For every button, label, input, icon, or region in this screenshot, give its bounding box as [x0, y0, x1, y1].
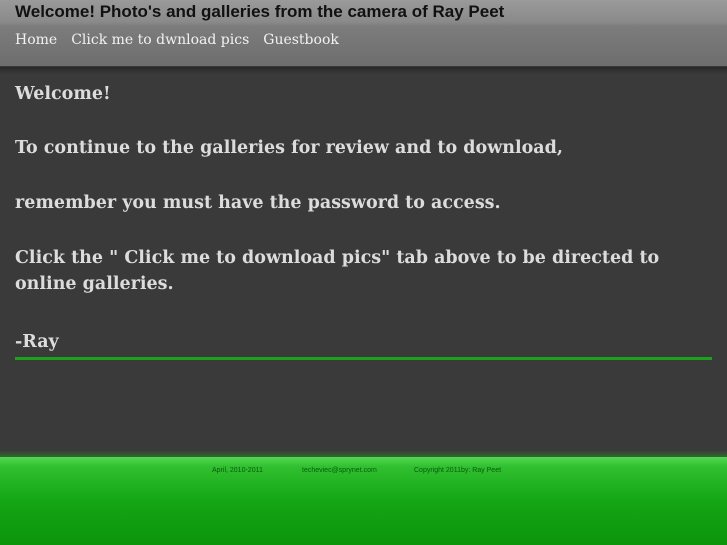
main-nav: Home Click me to dwnload pics Guestbook: [0, 32, 353, 54]
instructions-text: Click the " Click me to download pics" t…: [15, 248, 660, 294]
intro-line: To continue to the galleries for review …: [15, 138, 563, 158]
footer-copyright: Copyright 2011by: Ray Peet: [414, 467, 502, 474]
content-divider: [15, 357, 712, 360]
nav-home[interactable]: Home: [15, 32, 57, 54]
page: Welcome! Photo's and galleries from the …: [0, 0, 727, 545]
footer-dates: April, 2010-2011: [212, 467, 263, 474]
nav-download-pics[interactable]: Click me to dwnload pics: [71, 32, 249, 54]
footer-email[interactable]: techeviec@sprynet.com: [302, 467, 377, 474]
header-shadow: [0, 66, 727, 74]
header-bar: Welcome! Photo's and galleries from the …: [0, 0, 727, 67]
welcome-heading: Welcome!: [15, 84, 111, 104]
password-notice: remember you must have the password to a…: [15, 193, 501, 213]
site-title: Welcome! Photo's and galleries from the …: [15, 2, 505, 21]
nav-guestbook[interactable]: Guestbook: [263, 32, 339, 54]
footer: April, 2010-2011 techeviec@sprynet.com C…: [0, 457, 727, 545]
footer-transition: [0, 450, 727, 457]
signature: -Ray: [15, 332, 59, 352]
